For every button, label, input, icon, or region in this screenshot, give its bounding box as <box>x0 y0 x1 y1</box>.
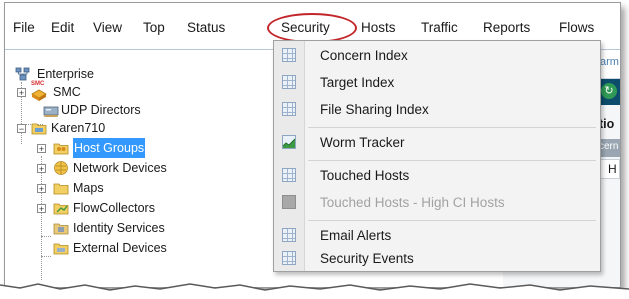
menu-separator <box>308 220 596 221</box>
grid-icon <box>282 195 296 209</box>
tree-item-label: Host Groups <box>73 138 146 158</box>
tree-item-label: External Devices <box>73 241 167 255</box>
panel-text-fragment: arm <box>600 56 619 68</box>
menu-item-label: File Sharing Index <box>320 102 429 117</box>
panel-text-fragment: H <box>608 162 617 176</box>
panel-text-fragment: cern <box>599 141 619 152</box>
enterprise-icon <box>15 67 30 81</box>
tree-item-label: Enterprise <box>37 67 94 81</box>
network-devices-icon <box>54 161 68 175</box>
refresh-icon[interactable]: ↻ <box>601 83 617 99</box>
expand-icon[interactable]: + <box>37 204 46 214</box>
menu-item-label: Security Events <box>320 251 414 266</box>
grid-icon <box>282 251 296 265</box>
tree-item-label: UDP Directors <box>61 103 141 117</box>
tree-connector <box>41 236 51 237</box>
panel-subheader: cern <box>599 139 620 157</box>
menu-flows[interactable]: Flows <box>559 18 594 38</box>
expand-icon[interactable]: + <box>37 184 46 194</box>
grid-icon <box>282 168 296 182</box>
appliance-icon <box>31 123 47 135</box>
menu-item-touched-hosts[interactable]: Touched Hosts <box>274 163 600 189</box>
flowcollectors-icon <box>53 203 69 215</box>
menu-edit[interactable]: Edit <box>51 18 74 38</box>
menu-top[interactable]: Top <box>143 18 165 38</box>
menu-item-target-index[interactable]: Target Index <box>274 70 600 96</box>
menu-separator <box>308 160 596 161</box>
menu-separator <box>308 127 596 128</box>
tree-item-label: Identity Services <box>73 221 165 235</box>
menu-item-label: Target Index <box>320 75 395 90</box>
host-groups-icon <box>53 143 69 155</box>
menu-reports[interactable]: Reports <box>483 18 530 38</box>
menu-traffic[interactable]: Traffic <box>421 18 458 38</box>
security-dropdown-menu: Concern Index Target Index File Sharing … <box>273 40 601 272</box>
panel-tab[interactable]: H <box>599 159 620 179</box>
tree-item-label: SMC <box>53 85 81 99</box>
maps-icon <box>53 183 69 195</box>
application-window: File Edit View Top Status Security Hosts… <box>4 2 621 288</box>
tree-item-label: Maps <box>73 181 104 195</box>
expand-icon[interactable]: + <box>17 88 26 98</box>
menu-item-label: Concern Index <box>320 48 408 63</box>
smc-icon <box>31 89 47 101</box>
grid-icon <box>282 75 296 89</box>
grid-icon <box>282 48 296 62</box>
menu-item-label: Touched Hosts <box>320 168 410 183</box>
tree-connector <box>41 156 42 280</box>
worm-tracker-icon <box>282 135 296 149</box>
menu-item-label: Touched Hosts - High CI Hosts <box>320 195 505 210</box>
menu-view[interactable]: View <box>93 18 122 38</box>
menu-hosts[interactable]: Hosts <box>361 18 396 38</box>
menu-item-security-events[interactable]: Security Events <box>274 246 600 272</box>
expand-icon[interactable]: + <box>37 144 46 154</box>
grid-icon <box>282 228 296 242</box>
navigation-tree: Enterprise + SMC SMC UDP Directors − Kar… <box>5 50 273 287</box>
menu-item-label: Worm Tracker <box>320 135 405 150</box>
menu-status[interactable]: Status <box>187 18 225 38</box>
torn-edge-decoration <box>0 283 629 299</box>
tree-item-label: Network Devices <box>73 161 167 175</box>
menu-item-worm-tracker[interactable]: Worm Tracker <box>274 130 600 156</box>
tree-item-label: FlowCollectors <box>73 201 155 215</box>
external-devices-icon <box>53 243 69 255</box>
menu-item-concern-index[interactable]: Concern Index <box>274 43 600 69</box>
menu-file[interactable]: File <box>13 18 35 38</box>
panel-text-fragment: tio <box>599 117 615 131</box>
tree-item-label: Karen710 <box>51 121 106 135</box>
grid-icon <box>282 102 296 116</box>
identity-services-icon <box>53 223 69 235</box>
udp-director-icon <box>43 106 59 117</box>
menu-security[interactable]: Security <box>279 18 332 38</box>
expand-icon[interactable]: + <box>37 164 46 174</box>
menu-item-file-sharing-index[interactable]: File Sharing Index <box>274 97 600 123</box>
menu-item-touched-hosts-high-ci: Touched Hosts - High CI Hosts <box>274 190 600 216</box>
tree-connector <box>41 256 51 257</box>
collapse-icon[interactable]: − <box>17 124 26 134</box>
